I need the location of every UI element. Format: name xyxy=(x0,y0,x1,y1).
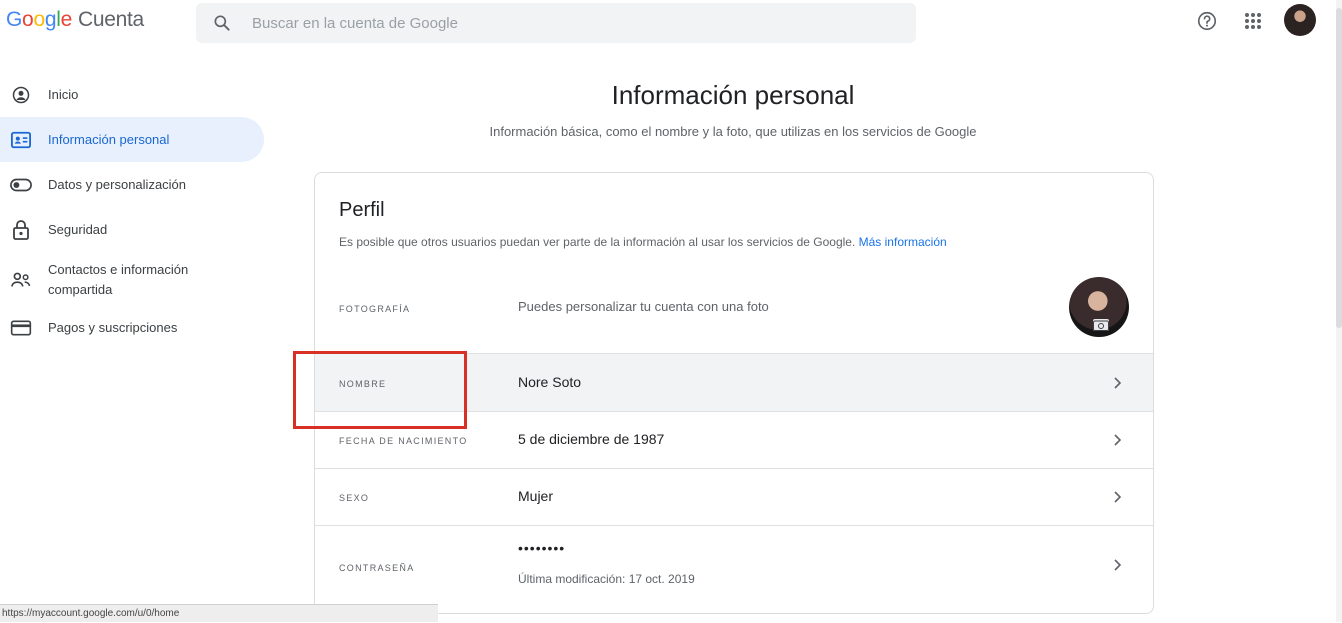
row-value: 5 de diciembre de 1987 xyxy=(518,431,665,447)
page-title: Información personal xyxy=(611,80,855,110)
credit-card-icon xyxy=(10,317,32,339)
scrollbar-thumb[interactable] xyxy=(1336,8,1342,328)
chevron-right-icon xyxy=(1114,559,1122,571)
sidebar-item-label: Pagos y suscripciones xyxy=(48,320,178,335)
camera-icon xyxy=(1093,319,1109,331)
password-mask: •••••••• xyxy=(518,540,566,556)
sidebar-item-seguridad[interactable]: Seguridad xyxy=(0,207,264,252)
card-description: Es posible que otros usuarios puedan ver… xyxy=(339,235,947,249)
chevron-right-icon xyxy=(1114,434,1122,446)
search-icon[interactable] xyxy=(212,13,232,33)
password-last-modified: Última modificación: 17 oct. 2019 xyxy=(518,572,695,586)
photo-row[interactable]: Fotografía Puedes personalizar tu cuenta… xyxy=(315,271,1153,353)
sidebar-item-contactos[interactable]: Contactos e información compartida xyxy=(0,252,264,308)
search-input[interactable] xyxy=(250,13,854,33)
apps-grid-icon[interactable] xyxy=(1242,10,1264,32)
product-name: Cuenta xyxy=(77,8,144,31)
highlight-annotation-box xyxy=(293,351,467,429)
sidebar-item-label: Seguridad xyxy=(48,221,108,237)
row-label: Fotografía xyxy=(339,304,411,314)
gender-row[interactable]: Sexo Mujer xyxy=(315,469,1153,525)
sidebar-item-label: Datos y personalización xyxy=(48,176,187,192)
chevron-right-icon xyxy=(1114,377,1122,389)
status-bar-url: https://myaccount.google.com/u/0/home xyxy=(0,604,438,622)
row-value: Nore Soto xyxy=(518,374,582,390)
sidebar-item-pagos[interactable]: Pagos y suscripciones xyxy=(0,308,264,348)
top-bar: Google Cuenta xyxy=(0,0,1342,44)
card-title: Perfil xyxy=(339,199,385,221)
page-subtitle: Información básica, como el nombre y la … xyxy=(489,124,977,139)
account-avatar[interactable] xyxy=(1284,4,1316,36)
row-value: Puedes personalizar tu cuenta con una fo… xyxy=(518,299,769,314)
help-icon[interactable] xyxy=(1196,10,1218,32)
search-bar[interactable] xyxy=(196,3,916,43)
toggle-icon xyxy=(10,174,32,196)
row-value: Mujer xyxy=(518,488,554,504)
lock-icon xyxy=(10,219,32,241)
row-label: Contraseña xyxy=(339,563,415,573)
row-label: Sexo xyxy=(339,493,370,503)
chevron-right-icon xyxy=(1114,491,1122,503)
google-account-logo[interactable]: Google Cuenta xyxy=(6,8,144,32)
people-icon xyxy=(10,269,32,291)
sidebar-item-label: Contactos e información compartida xyxy=(48,262,189,297)
sidebar-nav: Inicio Información personal Datos y pers… xyxy=(0,72,270,348)
row-label: Fecha de nacimiento xyxy=(339,436,468,446)
more-info-link[interactable]: Más información xyxy=(859,235,947,249)
sidebar-item-datos-personalizacion[interactable]: Datos y personalización xyxy=(0,162,264,207)
password-row[interactable]: Contraseña •••••••• Última modificación:… xyxy=(315,526,1153,598)
